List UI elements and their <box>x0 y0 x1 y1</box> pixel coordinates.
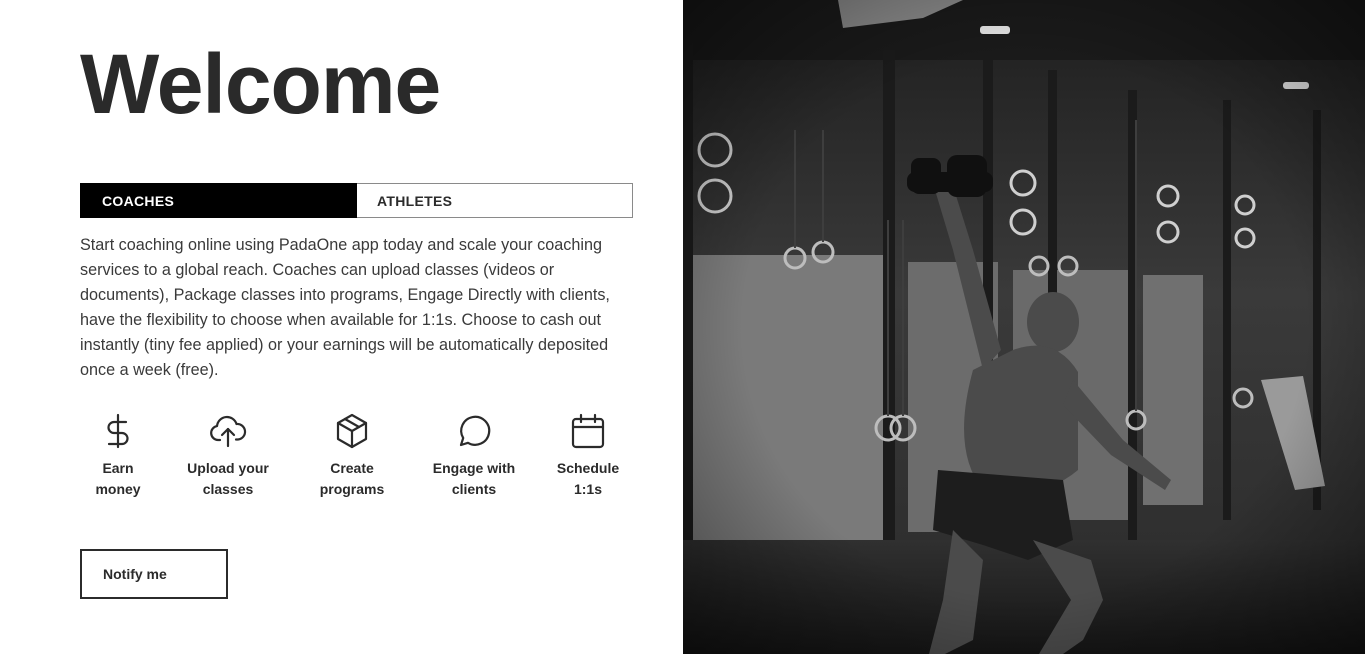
feature-label-line: Schedule <box>556 460 620 476</box>
upload-cloud-icon <box>210 415 247 448</box>
feature-schedule-1on1: Schedule 1:1s <box>528 412 648 500</box>
feature-list: Earn money Upload your classes Create pr… <box>80 412 640 512</box>
dollar-icon <box>107 413 129 449</box>
feature-label-line: programs <box>319 481 385 497</box>
feature-label-line: Earn <box>102 460 134 476</box>
feature-label-line: Engage with <box>432 460 516 476</box>
audience-tabs: COACHES ATHLETES <box>80 183 633 218</box>
hero-photo <box>683 0 1365 654</box>
feature-label-line: Create <box>330 460 374 476</box>
tab-coaches[interactable]: COACHES <box>80 183 357 218</box>
welcome-panel: Welcome COACHES ATHLETES Start coaching … <box>0 0 683 654</box>
feature-create-programs: Create programs <box>292 412 412 500</box>
feature-label-line: clients <box>451 481 497 497</box>
chat-bubble-icon <box>459 415 491 447</box>
athlete-kettlebell-photo <box>683 0 1365 654</box>
page-title: Welcome <box>80 37 441 131</box>
package-box-icon <box>336 413 368 449</box>
feature-upload-classes: Upload your classes <box>168 412 288 500</box>
feature-label-line: 1:1s <box>573 481 603 497</box>
feature-earn-money: Earn money <box>58 412 178 500</box>
feature-label-line: Upload your <box>187 460 269 476</box>
calendar-icon <box>571 413 605 449</box>
tab-athletes[interactable]: ATHLETES <box>357 183 633 218</box>
feature-label-line: classes <box>202 481 254 497</box>
coaches-description: Start coaching online using PadaOne app … <box>80 236 610 379</box>
feature-engage-clients: Engage with clients <box>414 412 534 500</box>
notify-me-button[interactable]: Notify me <box>80 549 228 599</box>
feature-label-line: money <box>95 481 141 497</box>
